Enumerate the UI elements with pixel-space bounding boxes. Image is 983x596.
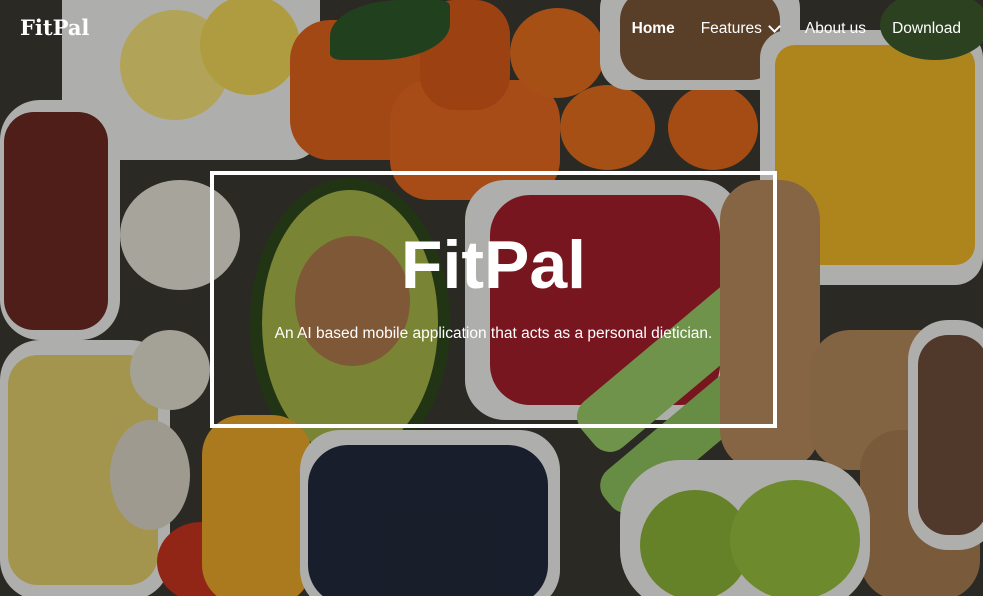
hero-frame: FitPal An AI based mobile application th… — [210, 171, 777, 428]
hero-tagline: An AI based mobile application that acts… — [274, 325, 713, 342]
nav-features-label: Features — [700, 20, 762, 37]
hero-title: FitPal — [400, 227, 587, 303]
top-nav: Home Features About us Download — [606, 20, 961, 38]
nav-home[interactable]: Home — [632, 20, 675, 38]
nav-about[interactable]: About us — [805, 20, 866, 38]
chevron-down-icon — [768, 20, 781, 33]
brand-logo[interactable]: FitPal — [20, 15, 89, 40]
nav-download[interactable]: Download — [892, 20, 961, 38]
hero-section: FitPal Home Features About us Download F… — [0, 0, 983, 596]
nav-features[interactable]: Features — [700, 20, 781, 38]
